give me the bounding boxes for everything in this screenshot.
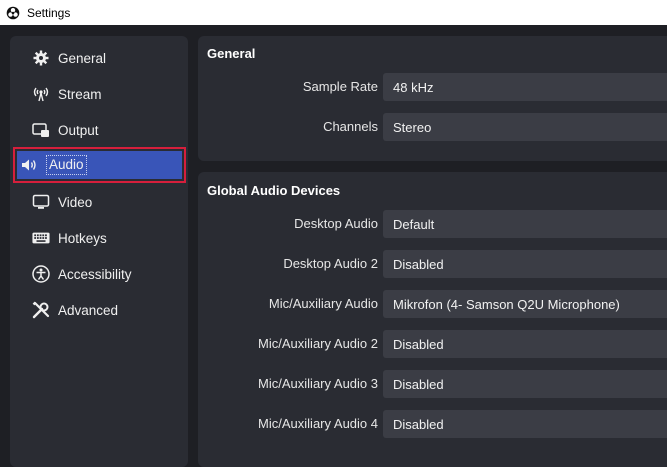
mic-aux-audio-2-label: Mic/Auxiliary Audio 2	[258, 336, 378, 351]
sample-rate-label: Sample Rate	[302, 79, 378, 94]
mic-aux-audio-row: Mic/Auxiliary Audio Mikrofon (4- Samson …	[198, 290, 667, 318]
sidebar-item-stream[interactable]: Stream	[20, 80, 186, 108]
gear-icon	[32, 49, 50, 67]
mic-aux-audio-label: Mic/Auxiliary Audio	[268, 296, 378, 311]
sample-rate-select[interactable]: 48 kHz	[383, 73, 667, 101]
sidebar-item-hotkeys[interactable]: Hotkeys	[20, 224, 186, 252]
general-section: General Sample Rate 48 kHz Channels Ster…	[198, 36, 667, 161]
desktop-audio-row: Desktop Audio Default	[198, 210, 667, 238]
sidebar-item-label: General	[58, 50, 107, 66]
mic-aux-audio-4-row: Mic/Auxiliary Audio 4 Disabled	[198, 410, 667, 438]
sidebar-item-label: Video	[58, 194, 93, 210]
mic-aux-audio-3-label: Mic/Auxiliary Audio 3	[258, 376, 378, 391]
sidebar-item-output[interactable]: Output	[20, 116, 186, 144]
mic-aux-audio-4-label: Mic/Auxiliary Audio 4	[258, 416, 378, 431]
sidebar-item-label: Advanced	[58, 302, 119, 318]
antenna-icon	[32, 85, 50, 103]
desktop-audio-2-row: Desktop Audio 2 Disabled	[198, 250, 667, 278]
channels-label: Channels	[323, 119, 378, 134]
mic-aux-audio-select[interactable]: Mikrofon (4- Samson Q2U Microphone)	[383, 290, 667, 318]
channels-select[interactable]: Stereo	[383, 113, 667, 141]
sidebar-item-label: Output	[58, 122, 99, 138]
output-icon	[32, 121, 50, 139]
sidebar-item-video[interactable]: Video	[20, 188, 186, 216]
sample-rate-row: Sample Rate 48 kHz	[198, 73, 667, 101]
sidebar-item-audio-highlight: Audio	[17, 151, 182, 179]
monitor-icon	[32, 193, 50, 211]
desktop-audio-2-select[interactable]: Disabled	[383, 250, 667, 278]
mic-aux-audio-2-row: Mic/Auxiliary Audio 2 Disabled	[198, 330, 667, 358]
sidebar-item-label: Hotkeys	[58, 230, 107, 246]
accessibility-icon	[32, 265, 50, 283]
obs-logo-icon	[6, 6, 20, 20]
desktop-audio-2-label: Desktop Audio 2	[283, 256, 378, 271]
sidebar-item-label: Stream	[58, 86, 102, 102]
mic-aux-audio-4-select[interactable]: Disabled	[383, 410, 667, 438]
channels-row: Channels Stereo	[198, 113, 667, 141]
sidebar-item-accessibility[interactable]: Accessibility	[20, 260, 186, 288]
desktop-audio-select[interactable]: Default	[383, 210, 667, 238]
sidebar-item-label: Audio	[46, 155, 87, 175]
settings-sidebar: General Stream Output Audio Video Hotkey…	[10, 36, 188, 467]
desktop-audio-label: Desktop Audio	[294, 216, 378, 231]
mic-aux-audio-2-select[interactable]: Disabled	[383, 330, 667, 358]
mic-aux-audio-3-row: Mic/Auxiliary Audio 3 Disabled	[198, 370, 667, 398]
sidebar-item-label: Accessibility	[58, 266, 132, 282]
section-title: Global Audio Devices	[207, 183, 341, 198]
tools-icon	[32, 301, 50, 319]
speaker-icon	[20, 156, 38, 174]
sidebar-item-advanced[interactable]: Advanced	[20, 296, 186, 324]
section-title: General	[207, 46, 256, 61]
window-title: Settings	[27, 5, 71, 20]
mic-aux-audio-3-select[interactable]: Disabled	[383, 370, 667, 398]
global-audio-devices-section: Global Audio Devices Desktop Audio Defau…	[198, 172, 667, 467]
keyboard-icon	[32, 229, 50, 247]
title-bar: Settings	[0, 0, 667, 25]
sidebar-item-general[interactable]: General	[20, 44, 186, 72]
sidebar-item-audio[interactable]: Audio	[13, 147, 186, 183]
